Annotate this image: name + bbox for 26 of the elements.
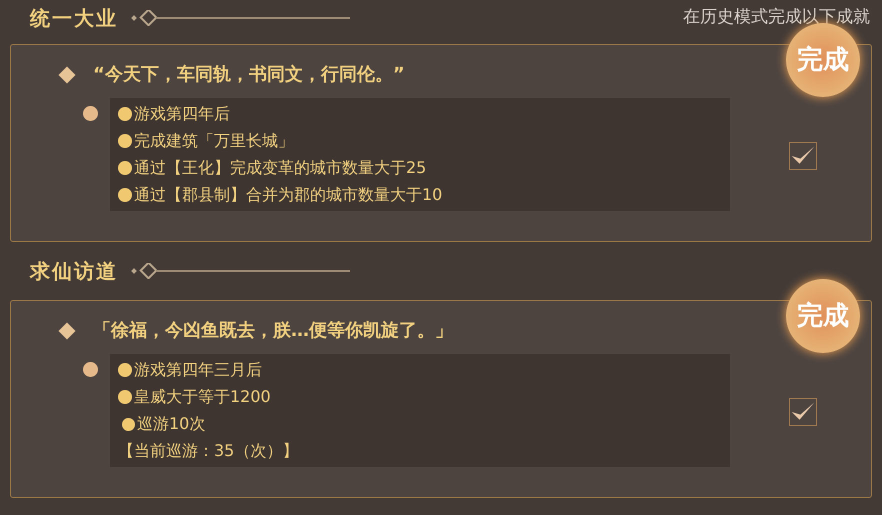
stamp-text: 完成 — [797, 44, 849, 76]
subtitle: 在历史模式完成以下成就 — [683, 6, 871, 30]
condition-text: 皇威大于等于1200 — [134, 386, 271, 408]
bullet-icon — [83, 362, 98, 377]
bullet-icon — [122, 418, 135, 430]
bullet-icon — [118, 363, 132, 377]
achievement-title: 求仙访道 — [30, 258, 118, 285]
bullet-icon — [118, 188, 132, 202]
bullet-icon — [118, 107, 132, 121]
bullet-icon — [118, 134, 132, 148]
progress-text: 【当前巡游：35（次）】 — [118, 440, 300, 462]
achievement-quote: “今天下，车同轨，书同文，行同伦。” — [93, 63, 405, 87]
condition-text: 游戏第四年后 — [134, 103, 230, 125]
condition-text: 通过【王化】完成变革的城市数量大于25 — [134, 157, 426, 179]
condition-text: 通过【郡县制】合并为郡的城市数量大于10 — [134, 184, 442, 206]
bullet-icon — [118, 161, 132, 175]
stamp-text: 完成 — [797, 300, 849, 332]
bullet-icon — [118, 390, 132, 404]
bullet-icon — [83, 106, 98, 121]
achievement-title: 统一大业 — [30, 5, 118, 32]
achievement-quote: 「徐福，今凶鱼既去，朕…便等你凯旋了。」 — [93, 319, 453, 343]
condition-text: 游戏第四年三月后 — [134, 359, 262, 381]
condition-text: 完成建筑「万里长城」 — [134, 130, 294, 152]
condition-text: 巡游10次 — [137, 413, 206, 435]
checkbox[interactable] — [789, 398, 817, 426]
checkbox[interactable] — [789, 142, 817, 170]
